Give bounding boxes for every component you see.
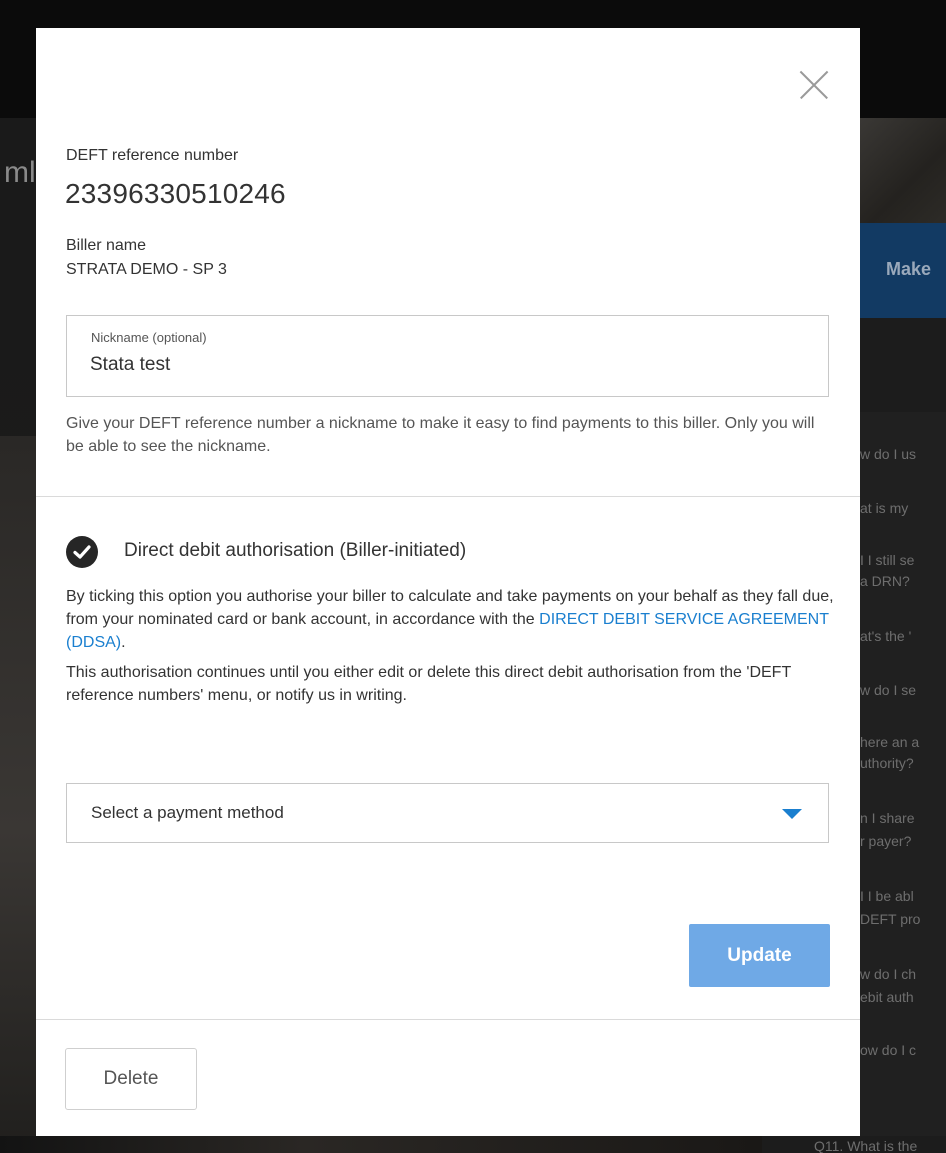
background-faq-list: w do I us at is my I I still se a DRN? a… [860,412,946,1153]
faq-item: n I share [860,810,915,826]
faq-item: w do I us [860,446,917,462]
check-circle-icon[interactable] [66,536,98,568]
authorisation-continuation-text: This authorisation continues until you e… [66,664,791,704]
background-make-label: Make [886,259,932,279]
direct-debit-title: Direct debit authorisation (Biller-initi… [124,540,467,561]
reference-number-value: 23396330510246 [65,178,286,209]
faq-item: ow do I c [860,1042,917,1058]
nickname-field[interactable]: Nickname (optional) [66,315,829,397]
background-left-image-lower [0,436,36,1153]
faq-item: uthority? [860,755,914,771]
faq-item: a DRN? [860,573,910,589]
nickname-help-text: Give your DEFT reference number a nickna… [66,415,815,455]
direct-debit-description-end: . [121,634,126,651]
edit-reference-modal: DEFT reference number 23396330510246 Bil… [36,28,860,1136]
reference-number-label: DEFT reference number [66,147,239,164]
delete-button[interactable]: Delete [65,1048,197,1110]
faq-item: Q11. What is the [814,1138,918,1153]
background-bottom-strip [0,1136,762,1153]
divider [36,496,860,497]
faq-item: at's the ' [860,628,912,644]
close-icon[interactable] [799,70,829,100]
background-page-title: ml [4,156,36,189]
chevron-down-icon [782,809,802,819]
faq-item: w do I ch [860,966,917,982]
divider [36,1019,860,1020]
background-make-payment-button: Make [860,223,946,318]
faq-item: at is my [860,500,909,516]
background-hero-image [860,118,946,223]
faq-item: ebit auth [860,989,914,1005]
faq-item: I I still se [860,552,915,568]
faq-item: DEFT pro [860,911,921,927]
background-title-strip [0,118,36,318]
nickname-input[interactable] [90,352,790,378]
biller-name-value: STRATA DEMO - SP 3 [66,261,227,278]
direct-debit-description: By ticking this option you authorise you… [66,585,846,654]
faq-item: w do I se [860,682,917,698]
biller-name-label: Biller name [66,237,147,254]
payment-method-placeholder: Select a payment method [91,803,284,822]
faq-item: I I be abl [860,888,914,904]
background-faq-bottom: Q11. What is the [762,1136,946,1153]
update-button[interactable]: Update [689,924,830,987]
nickname-label: Nickname (optional) [91,330,207,345]
faq-item: r payer? [860,833,912,849]
faq-item: here an a [860,734,920,750]
payment-method-select[interactable]: Select a payment method [66,783,829,843]
